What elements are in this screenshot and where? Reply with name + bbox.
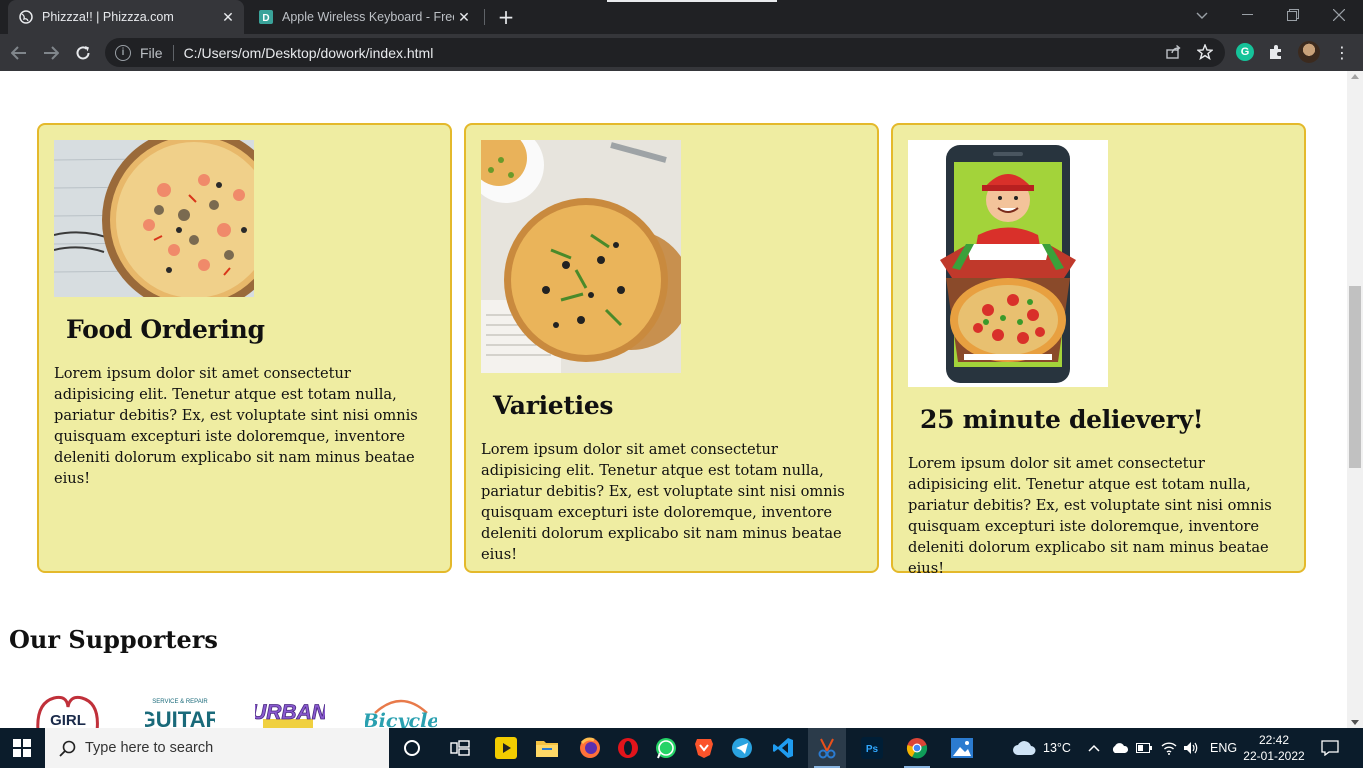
media-player-icon[interactable] <box>487 728 525 768</box>
tab-phizzza[interactable]: Phizzza!! | Phizzza.com ✕ <box>8 0 244 34</box>
restore-icon[interactable] <box>1270 0 1316 30</box>
telegram-icon[interactable] <box>723 728 761 768</box>
whatsapp-icon[interactable] <box>647 728 685 768</box>
svg-text:SERVICE & REPAIR: SERVICE & REPAIR <box>152 699 208 705</box>
info-icon[interactable]: i <box>115 44 131 61</box>
search-placeholder: Type here to search <box>85 740 214 756</box>
notification-center-icon[interactable] <box>1321 728 1339 768</box>
tab-strip-highlight <box>607 0 777 2</box>
card-text: Lorem ipsum dolor sit amet consectetur a… <box>908 455 1272 577</box>
bookmark-star-icon[interactable] <box>1195 42 1215 62</box>
tab-close-icon[interactable]: ✕ <box>454 7 474 27</box>
taskbar-search-box[interactable]: Type here to search <box>45 728 389 768</box>
clock-date: 22-01-2022 <box>1243 749 1305 763</box>
delivery-illustration-image <box>908 140 1108 387</box>
forward-arrow-icon[interactable] <box>37 39 65 67</box>
share-icon[interactable] <box>1163 42 1183 62</box>
feature-card-food-ordering: Food Ordering Lorem ipsum dolor sit amet… <box>37 123 452 573</box>
feature-card-delivery: 25 minute delievery! Lorem ipsum dolor s… <box>891 123 1306 577</box>
scroll-up-arrow-icon[interactable] <box>1351 74 1359 79</box>
feature-card-varieties: Varieties Lorem ipsum dolor sit amet con… <box>464 123 879 573</box>
system-clock[interactable]: 22:42 22-01-2022 <box>1240 732 1308 764</box>
chrome-icon[interactable] <box>898 728 936 768</box>
supporters-heading: Our Supporters <box>9 625 218 654</box>
windows-start-icon[interactable] <box>0 728 44 768</box>
supporter-logo-urban: URBAN <box>251 693 328 728</box>
file-explorer-icon[interactable] <box>528 728 566 768</box>
wifi-icon[interactable] <box>1161 728 1177 768</box>
snipping-tool-icon[interactable] <box>808 728 846 768</box>
supporter-logo-girl: GIRL <box>34 693 102 728</box>
photoshop-icon[interactable]: Ps <box>853 728 891 768</box>
scrollbar-thumb[interactable] <box>1349 286 1361 468</box>
weather-widget[interactable]: 13°C <box>1012 728 1071 768</box>
battery-icon[interactable] <box>1136 728 1152 768</box>
tab-separator <box>484 9 485 25</box>
logo-text: URBAN <box>255 701 325 724</box>
reload-icon[interactable] <box>69 39 97 67</box>
card-text: Lorem ipsum dolor sit amet consectetur a… <box>481 441 845 563</box>
clock-time: 22:42 <box>1258 733 1290 747</box>
tab-close-icon[interactable]: ✕ <box>218 7 238 27</box>
supporter-logo-bicycle: Bicycle <box>362 693 439 728</box>
address-separator <box>172 44 174 61</box>
extensions-puzzle-icon[interactable] <box>1266 42 1286 62</box>
logo-text: GIRL <box>50 712 86 728</box>
sliced-pizza-image <box>481 140 681 373</box>
tab-apple-keyboard[interactable]: D Apple Wireless Keyboard - Free S ✕ <box>248 0 480 34</box>
card-title: 25 minute delievery! <box>920 405 1204 434</box>
profile-avatar[interactable] <box>1298 41 1320 63</box>
browser-tab-strip: Phizzza!! | Phizzza.com ✕ D Apple Wirele… <box>0 0 1363 34</box>
new-tab-plus-icon[interactable]: + <box>494 4 518 30</box>
page-viewport: Food Ordering Lorem ipsum dolor sit amet… <box>0 71 1347 728</box>
scroll-down-arrow-icon[interactable] <box>1351 720 1359 725</box>
search-icon <box>57 738 77 758</box>
photos-icon[interactable] <box>943 728 981 768</box>
tab-search-chevron-icon[interactable] <box>1192 6 1212 26</box>
svg-text:Ps: Ps <box>866 744 879 755</box>
brave-icon[interactable] <box>685 728 723 768</box>
url-text[interactable]: C:/Users/om/Desktop/dowork/index.html <box>184 45 434 61</box>
card-title: Varieties <box>493 391 614 420</box>
task-view-icon[interactable] <box>441 728 479 768</box>
seafood-pizza-image <box>54 140 254 297</box>
minimize-icon[interactable] <box>1224 0 1270 30</box>
logo-text: GUITAR <box>145 707 215 728</box>
site-favicon-icon: D <box>258 9 274 25</box>
logo-text: Bicycle <box>365 710 437 728</box>
globe-icon <box>18 9 34 25</box>
onedrive-icon[interactable] <box>1111 728 1129 768</box>
opera-icon[interactable] <box>609 728 647 768</box>
card-text: Lorem ipsum dolor sit amet consectetur a… <box>54 365 418 487</box>
address-bar[interactable]: i File C:/Users/om/Desktop/dowork/index.… <box>105 38 1225 67</box>
svg-text:D: D <box>262 13 269 24</box>
browser-toolbar: i File C:/Users/om/Desktop/dowork/index.… <box>0 34 1363 71</box>
page-scrollbar[interactable] <box>1347 71 1363 728</box>
menu-kebab-icon[interactable]: ⋮ <box>1332 41 1352 63</box>
card-title: Food Ordering <box>66 315 265 344</box>
show-hidden-icons-chevron-icon[interactable] <box>1088 728 1100 768</box>
cortana-circle-icon[interactable] <box>393 728 431 768</box>
cloud-icon <box>1013 741 1036 755</box>
volume-icon[interactable] <box>1183 728 1199 768</box>
language-indicator[interactable]: ENG <box>1210 728 1237 768</box>
weather-temp: 13°C <box>1043 741 1071 755</box>
tab-title: Apple Wireless Keyboard - Free S <box>282 10 454 24</box>
grammarly-extension-icon[interactable]: G <box>1236 43 1254 61</box>
protocol-label: File <box>140 44 163 61</box>
firefox-icon[interactable] <box>571 728 609 768</box>
supporter-logo-guitar: SERVICE & REPAIR GUITAR <box>139 693 222 728</box>
back-arrow-icon[interactable] <box>5 39 33 67</box>
language-text: ENG <box>1210 741 1238 755</box>
close-window-icon[interactable] <box>1316 0 1362 30</box>
tab-title: Phizzza!! | Phizzza.com <box>42 10 174 24</box>
vscode-icon[interactable] <box>764 728 802 768</box>
windows-taskbar: Type here to search Ps 13°C ENG 22:42 22… <box>0 728 1363 768</box>
